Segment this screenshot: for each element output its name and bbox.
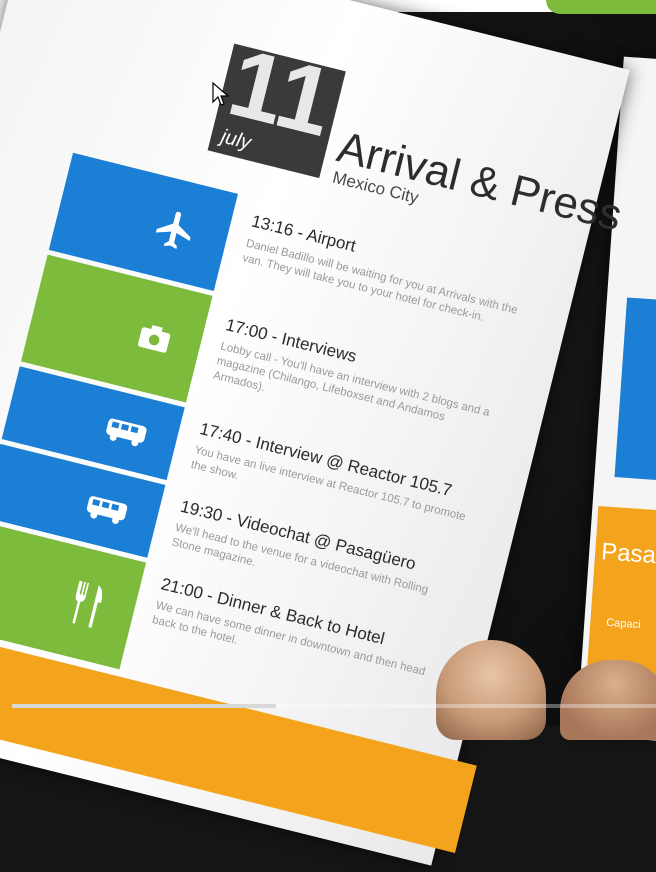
camera-icon xyxy=(138,325,171,353)
van-icon xyxy=(87,495,128,524)
schedule-item-1-desc: Daniel Badillo will be waiting for you a… xyxy=(241,237,519,324)
airplane-icon xyxy=(155,211,191,249)
right-page-blue-tile xyxy=(614,297,656,484)
thumb xyxy=(436,640,546,740)
fork-knife-icon xyxy=(72,580,103,628)
right-page-title: Pasa xyxy=(600,538,656,570)
van-icon xyxy=(106,418,147,446)
corner-accent xyxy=(546,0,656,14)
video-progress-fill xyxy=(12,704,276,708)
mouse-cursor-icon xyxy=(212,82,230,106)
date-box: 11 july xyxy=(207,29,346,179)
right-page-sub: Capaci xyxy=(605,616,641,632)
